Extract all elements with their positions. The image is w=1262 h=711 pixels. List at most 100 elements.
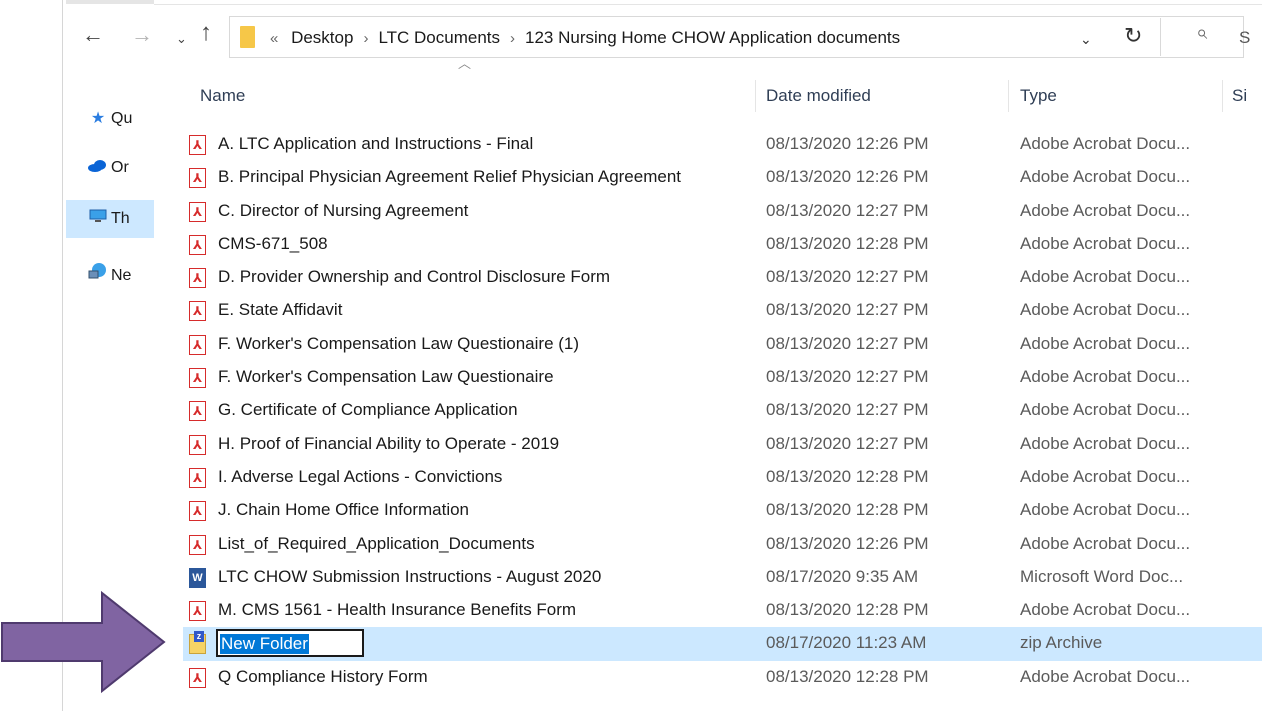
back-arrow-icon[interactable]: ← bbox=[82, 22, 104, 48]
star-icon: ★ bbox=[90, 110, 106, 127]
file-name[interactable]: F. Worker's Compensation Law Questionair… bbox=[218, 334, 579, 354]
pdf-file-icon: ⅄ bbox=[189, 467, 206, 488]
file-date-modified: 08/13/2020 12:28 PM bbox=[766, 500, 929, 520]
file-name[interactable]: G. Certificate of Compliance Application bbox=[218, 400, 518, 420]
pdf-file-icon: ⅄ bbox=[189, 434, 206, 455]
file-name[interactable]: I. Adverse Legal Actions - Convictions bbox=[218, 467, 502, 487]
file-type: Adobe Acrobat Docu... bbox=[1020, 533, 1191, 553]
nav-onedrive[interactable]: Or bbox=[88, 159, 160, 177]
column-header-size[interactable]: Si bbox=[1232, 86, 1262, 106]
column-header-type[interactable]: Type bbox=[1020, 86, 1057, 106]
file-row[interactable]: W LTC CHOW Submission Instructions - Augu… bbox=[183, 561, 1262, 594]
file-name[interactable]: Q Compliance History Form bbox=[218, 667, 428, 687]
file-row[interactable]: ⅄ F. Worker's Compensation Law Questionai… bbox=[183, 328, 1262, 361]
file-date-modified: 08/13/2020 12:28 PM bbox=[766, 466, 929, 486]
file-row[interactable]: ⅄ M. CMS 1561 - Health Insurance Benefits… bbox=[183, 594, 1262, 627]
file-row[interactable]: ⅄ G. Certificate of Compliance Applicatio… bbox=[183, 394, 1262, 427]
file-date-modified: 08/13/2020 12:28 PM bbox=[766, 233, 929, 253]
file-type: Adobe Acrobat Docu... bbox=[1020, 333, 1191, 353]
breadcrumb-desktop[interactable]: Desktop bbox=[291, 28, 353, 47]
breadcrumb-ltc-documents[interactable]: LTC Documents bbox=[378, 28, 500, 47]
file-row[interactable]: ⅄ H. Proof of Financial Ability to Operat… bbox=[183, 428, 1262, 461]
file-name[interactable]: M. CMS 1561 - Health Insurance Benefits … bbox=[218, 600, 576, 620]
file-date-modified: 08/13/2020 12:27 PM bbox=[766, 433, 929, 453]
file-type: Adobe Acrobat Docu... bbox=[1020, 267, 1191, 287]
monitor-icon bbox=[88, 200, 108, 238]
file-date-modified: 08/13/2020 12:27 PM bbox=[766, 300, 929, 320]
address-dropdown-icon[interactable]: ⌄ bbox=[1080, 31, 1092, 48]
file-row[interactable]: ⅄ D. Provider Ownership and Control Discl… bbox=[183, 261, 1262, 294]
column-header-name[interactable]: Name bbox=[200, 86, 245, 106]
file-row[interactable]: ⅄ I. Adverse Legal Actions - Convictions 0… bbox=[183, 461, 1262, 494]
file-type: Adobe Acrobat Docu... bbox=[1020, 367, 1191, 387]
rename-selected-text[interactable]: New Folder bbox=[220, 634, 309, 655]
nav-this-pc-label: Th bbox=[111, 210, 130, 227]
recent-locations-chevron-icon[interactable]: ⌄ bbox=[176, 26, 187, 52]
search-icon[interactable]: ⌕ bbox=[1196, 22, 1207, 45]
nav-network[interactable]: Ne bbox=[88, 262, 160, 285]
column-header-date-modified[interactable]: Date modified bbox=[766, 86, 871, 106]
breadcrumb-current-folder[interactable]: 123 Nursing Home CHOW Application docume… bbox=[525, 28, 900, 47]
file-name[interactable]: D. Provider Ownership and Control Disclo… bbox=[218, 267, 610, 287]
breadcrumb-separator-icon[interactable]: › bbox=[363, 30, 368, 47]
file-row[interactable]: ⅄ A. LTC Application and Instructions - F… bbox=[183, 128, 1262, 161]
pdf-file-icon: ⅄ bbox=[189, 135, 206, 155]
sort-ascending-icon: ︿ bbox=[458, 56, 472, 71]
pdf-file-icon: ⅄ bbox=[189, 201, 206, 222]
file-row[interactable]: ⅄ F. Worker's Compensation Law Questionai… bbox=[183, 361, 1262, 394]
file-row[interactable]: ⅄ J. Chain Home Office Information 08/13/2… bbox=[183, 494, 1262, 527]
pdf-file-icon: ⅄ bbox=[189, 501, 206, 522]
file-row[interactable]: ⅄ CMS-671_508 08/13/2020 12:28 PM Adobe Acr… bbox=[183, 228, 1262, 261]
network-icon bbox=[88, 262, 108, 285]
file-type: Adobe Acrobat Docu... bbox=[1020, 466, 1191, 486]
file-type: Adobe Acrobat Docu... bbox=[1020, 300, 1191, 320]
column-divider[interactable] bbox=[1222, 80, 1223, 112]
file-date-modified: 08/13/2020 12:27 PM bbox=[766, 333, 929, 353]
file-name[interactable]: LTC CHOW Submission Instructions - Augus… bbox=[218, 567, 601, 587]
pdf-file-icon: ⅄ bbox=[189, 234, 206, 255]
nav-this-pc[interactable]: Th bbox=[66, 200, 154, 238]
search-placeholder[interactable]: S bbox=[1239, 28, 1250, 48]
file-date-modified: 08/13/2020 12:27 PM bbox=[766, 367, 929, 387]
overflow-chevron-icon[interactable]: « bbox=[270, 30, 278, 47]
rename-input[interactable]: New Folder bbox=[216, 629, 364, 658]
file-name[interactable]: CMS-671_508 bbox=[218, 234, 328, 254]
zip-archive-icon bbox=[189, 631, 206, 655]
column-divider[interactable] bbox=[1008, 80, 1009, 112]
file-name[interactable]: E. State Affidavit bbox=[218, 300, 342, 320]
file-name[interactable]: B. Principal Physician Agreement Relief … bbox=[218, 167, 681, 187]
column-divider[interactable] bbox=[755, 80, 756, 112]
file-name[interactable]: F. Worker's Compensation Law Questionair… bbox=[218, 367, 554, 387]
file-row[interactable]: ⅄ List_of_Required_Application_Documents 0… bbox=[183, 528, 1262, 561]
folder-icon bbox=[240, 26, 255, 48]
file-type: Adobe Acrobat Docu... bbox=[1020, 200, 1191, 220]
forward-arrow-icon[interactable]: → bbox=[131, 22, 153, 48]
file-date-modified: 08/13/2020 12:27 PM bbox=[766, 200, 929, 220]
file-name[interactable]: C. Director of Nursing Agreement bbox=[218, 201, 468, 221]
file-date-modified: 08/13/2020 12:26 PM bbox=[766, 134, 929, 153]
file-row[interactable]: ⅄ Q Compliance History Form 08/13/2020 12:… bbox=[183, 661, 1262, 694]
breadcrumb-separator-icon[interactable]: › bbox=[510, 30, 515, 47]
previous-window-tab bbox=[66, 0, 154, 4]
breadcrumb[interactable]: « Desktop › LTC Documents › 123 Nursing Home… bbox=[270, 28, 900, 48]
file-name[interactable]: H. Proof of Financial Ability to Operate… bbox=[218, 434, 559, 454]
file-date-modified: 08/13/2020 12:27 PM bbox=[766, 267, 929, 287]
file-row[interactable]: ⅄ E. State Affidavit 08/13/2020 12:27 PM Ad… bbox=[183, 294, 1262, 327]
file-row[interactable]: New Folder 08/17/2020 11:23 AM zip Archive bbox=[183, 627, 1262, 661]
file-row[interactable]: ⅄ C. Director of Nursing Agreement 08/13/2… bbox=[183, 195, 1262, 228]
pdf-file-icon: ⅄ bbox=[189, 301, 206, 322]
nav-quick-access[interactable]: ★ Qu bbox=[88, 108, 160, 128]
ribbon-divider bbox=[154, 4, 1262, 5]
file-name[interactable]: A. LTC Application and Instructions - Fi… bbox=[218, 134, 533, 154]
pdf-file-icon: ⅄ bbox=[189, 268, 206, 289]
file-date-modified: 08/17/2020 9:35 AM bbox=[766, 566, 919, 586]
file-date-modified: 08/13/2020 12:26 PM bbox=[766, 533, 929, 553]
file-row[interactable]: ⅄ B. Principal Physician Agreement Relief… bbox=[183, 161, 1262, 194]
file-name[interactable]: J. Chain Home Office Information bbox=[218, 500, 469, 520]
up-arrow-icon[interactable]: ↑ bbox=[200, 20, 212, 46]
nav-network-label: Ne bbox=[111, 267, 132, 284]
refresh-icon[interactable]: ↻ bbox=[1124, 23, 1142, 49]
file-type: zip Archive bbox=[1020, 633, 1103, 653]
file-name[interactable]: List_of_Required_Application_Documents bbox=[218, 534, 535, 554]
file-type: Adobe Acrobat Docu... bbox=[1020, 134, 1191, 153]
